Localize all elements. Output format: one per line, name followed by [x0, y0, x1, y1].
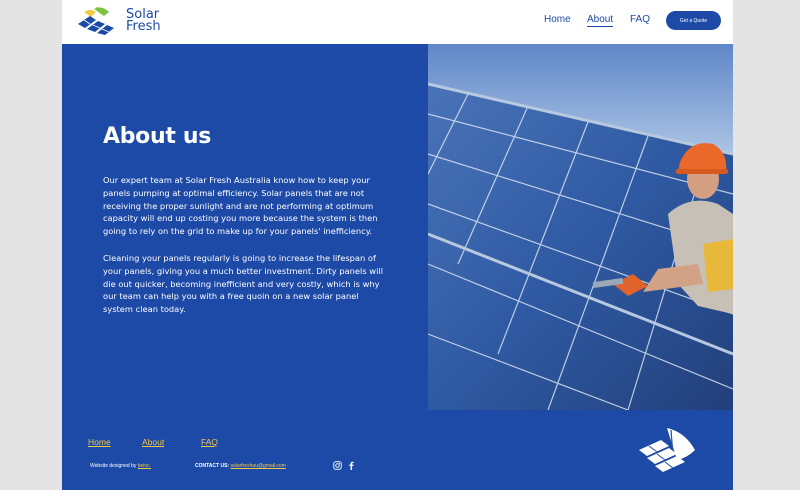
site-header: Solar Fresh Home About FAQ Get a Quote — [62, 0, 733, 44]
page-frame: Solar Fresh Home About FAQ Get a Quote A… — [62, 0, 733, 490]
footer-logo-icon — [639, 428, 695, 472]
designed-by-credit: Website designed by beinc. — [90, 463, 151, 469]
brand-name: Solar Fresh — [126, 8, 161, 34]
contact-email-link[interactable]: solarfreshau@gmail.com — [230, 463, 285, 469]
about-paragraph-2: Cleaning your panels regularly is going … — [103, 253, 384, 315]
footer-about-link[interactable]: About — [142, 437, 164, 447]
about-paragraph-1: Our expert team at Solar Fresh Australia… — [103, 175, 378, 237]
nav-home-link[interactable]: Home — [544, 14, 571, 25]
footer-home-link[interactable]: Home — [88, 437, 111, 447]
solar-panel-logo-icon — [78, 7, 114, 35]
worker-cleaning-solar-panels-photo — [428, 44, 733, 410]
nav-about-link[interactable]: About — [587, 14, 614, 27]
designed-by-label: Website designed by — [90, 463, 137, 469]
footer-faq-link[interactable]: FAQ — [201, 437, 218, 447]
contact-label: CONTACT US: — [195, 463, 230, 469]
brand-logo[interactable]: Solar Fresh — [76, 6, 176, 36]
instagram-icon[interactable] — [333, 461, 342, 470]
facebook-icon[interactable] — [347, 461, 356, 470]
contact-info: CONTACT US: solarfreshau@gmail.com — [195, 463, 286, 469]
designer-link[interactable]: beinc. — [138, 463, 151, 469]
brand-name-line2: Fresh — [126, 19, 161, 34]
about-title: About us — [103, 124, 212, 149]
nav-faq-link[interactable]: FAQ — [630, 14, 650, 25]
get-a-quote-button[interactable]: Get a Quote — [666, 11, 721, 30]
